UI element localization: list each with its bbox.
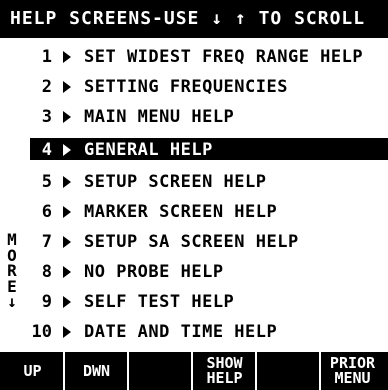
pointer-arrow-icon [63, 111, 71, 123]
item-number: 8 [41, 262, 52, 282]
help-topic-item[interactable]: 8 NO PROBE HELP [0, 260, 388, 286]
item-number: 1 [41, 47, 52, 67]
help-topic-item[interactable]: 6 MARKER SCREEN HELP [0, 200, 388, 226]
item-label: SELF TEST HELP [84, 292, 235, 312]
help-topic-item[interactable]: 3 MAIN MENU HELP [0, 105, 388, 131]
softkey-label: HELP [206, 369, 243, 387]
softkey-blank[interactable] [130, 352, 193, 390]
help-topic-item-selected[interactable]: 4 GENERAL HELP [0, 138, 388, 164]
softkey-blank[interactable] [258, 352, 321, 390]
item-label: SETUP SA SCREEN HELP [84, 232, 299, 252]
pointer-arrow-icon [63, 266, 71, 278]
page-title: HELP SCREENS-USE ↓ ↑ TO SCROLL [10, 8, 366, 29]
item-label: MAIN MENU HELP [84, 107, 235, 127]
softkey-label: UP [23, 361, 42, 380]
softkey-label: MENU [334, 369, 371, 387]
item-number: 5 [41, 172, 52, 192]
softkey-up[interactable]: UP [2, 352, 65, 390]
item-label: DATE AND TIME HELP [84, 322, 278, 342]
item-number: 7 [41, 232, 52, 252]
pointer-arrow-icon [63, 51, 71, 63]
help-topic-item[interactable]: 1 SET WIDEST FREQ RANGE HELP [0, 45, 388, 71]
softkey-label: DWN [82, 361, 111, 380]
help-topic-item[interactable]: 10 DATE AND TIME HELP [0, 320, 388, 346]
item-number: 9 [41, 292, 52, 312]
help-screen: HELP SCREENS-USE ↓ ↑ TO SCROLL M O R E ↓… [0, 0, 388, 390]
help-topic-item[interactable]: 7 SETUP SA SCREEN HELP [0, 230, 388, 256]
pointer-arrow-icon [63, 326, 71, 338]
help-topic-item[interactable]: 2 SETTING FREQUENCIES [0, 75, 388, 101]
item-label: SET WIDEST FREQ RANGE HELP [84, 47, 364, 67]
softkey-show-help[interactable]: SHOW HELP [194, 352, 257, 390]
softkey-down[interactable]: DWN [66, 352, 129, 390]
item-number: 2 [41, 77, 52, 97]
item-label: SETUP SCREEN HELP [84, 172, 267, 192]
item-label: NO PROBE HELP [84, 262, 224, 282]
help-topic-item[interactable]: 5 SETUP SCREEN HELP [0, 170, 388, 196]
help-topic-item[interactable]: 9 SELF TEST HELP [0, 290, 388, 316]
item-number: 6 [41, 202, 52, 222]
item-label: SETTING FREQUENCIES [84, 77, 288, 97]
title-bar: HELP SCREENS-USE ↓ ↑ TO SCROLL [0, 0, 388, 38]
item-number: 4 [41, 140, 52, 160]
pointer-arrow-icon [63, 206, 71, 218]
pointer-arrow-icon [63, 176, 71, 188]
item-number: 10 [31, 322, 52, 342]
pointer-arrow-icon [63, 81, 71, 93]
pointer-arrow-icon [63, 144, 71, 156]
pointer-arrow-icon [63, 236, 71, 248]
softkey-prior-menu[interactable]: PRIOR MENU [322, 352, 383, 390]
item-label: MARKER SCREEN HELP [84, 202, 278, 222]
softkey-bar: UP DWN SHOW HELP PRIOR MENU [0, 352, 388, 390]
pointer-arrow-icon [63, 296, 71, 308]
item-label: GENERAL HELP [84, 140, 213, 160]
item-number: 3 [41, 107, 52, 127]
